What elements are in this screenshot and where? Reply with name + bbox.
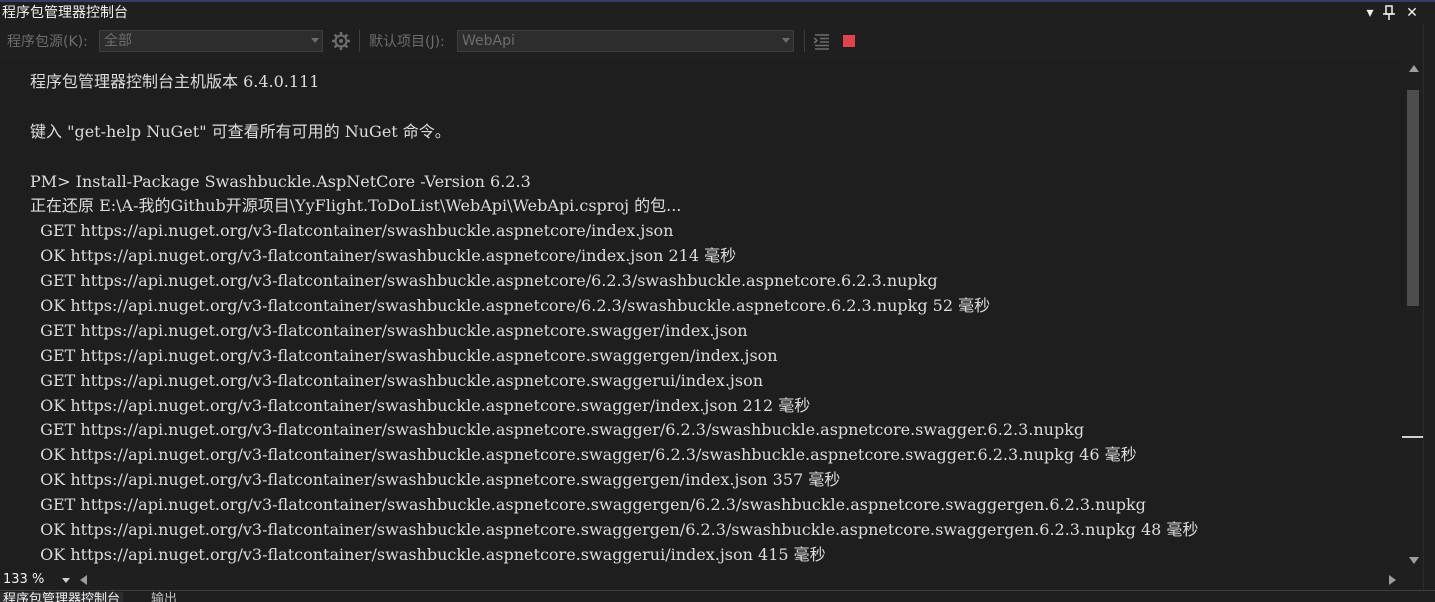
console-line: GET https://api.nuget.org/v3-flatcontain…	[30, 320, 748, 340]
package-source-dropdown[interactable]: 全部	[99, 30, 323, 52]
package-source-label: 程序包源(K):	[7, 34, 88, 50]
console-line: 键入 "get-help NuGet" 可查看所有可用的 NuGet 命令。	[30, 121, 451, 141]
console-toolbar: 程序包源(K): 全部 默认项目(J): WebApi	[0, 24, 1435, 60]
console-lines: 程序包管理器控制台主机版本 6.4.0.111 键入 "get-help NuGe…	[30, 70, 1198, 568]
scroll-right-arrow-icon[interactable]	[1389, 575, 1396, 585]
console-line: OK https://api.nuget.org/v3-flatcontaine…	[30, 544, 826, 564]
console-line: GET https://api.nuget.org/v3-flatcontain…	[30, 495, 1146, 515]
scroll-down-arrow-icon[interactable]	[1409, 557, 1419, 564]
scroll-up-arrow-icon[interactable]	[1409, 65, 1419, 72]
pin-icon[interactable]	[1379, 3, 1399, 23]
console-line: GET https://api.nuget.org/v3-flatcontain…	[30, 420, 1085, 440]
package-source-value: 全部	[104, 33, 132, 49]
vertical-scroll-thumb[interactable]	[1407, 90, 1419, 306]
console-line: OK https://api.nuget.org/v3-flatcontaine…	[30, 395, 811, 415]
console-line: OK https://api.nuget.org/v3-flatcontaine…	[30, 296, 991, 316]
gear-icon[interactable]	[331, 31, 351, 51]
chevron-down-icon	[782, 38, 790, 43]
horizontal-scrollbar[interactable]	[76, 570, 1402, 590]
chevron-down-icon	[62, 578, 70, 583]
package-manager-console-window: 程序包管理器控制台 ▾ ✕ 程序包源(K): 全部 默认项目(J): WebAp…	[0, 0, 1435, 602]
pin-glyph	[1383, 5, 1395, 20]
console-output[interactable]: 程序包管理器控制台主机版本 6.4.0.111 键入 "get-help NuGe…	[0, 60, 1405, 570]
window-menu-dropdown-icon[interactable]: ▾	[1360, 3, 1380, 23]
console-line: PM> Install-Package Swashbuckle.AspNetCo…	[30, 171, 531, 191]
console-line: GET https://api.nuget.org/v3-flatcontain…	[30, 370, 764, 390]
title-bar: 程序包管理器控制台 ▾ ✕	[0, 0, 1435, 24]
clear-console-icon[interactable]	[812, 31, 832, 51]
console-line: 程序包管理器控制台主机版本 6.4.0.111	[30, 72, 320, 91]
console-line: GET https://api.nuget.org/v3-flatcontain…	[30, 221, 674, 241]
console-line: OK https://api.nuget.org/v3-flatcontaine…	[30, 445, 1137, 465]
zoom-dropdown[interactable]: 133 %	[0, 571, 72, 589]
vertical-scrollbar[interactable]	[1402, 60, 1426, 570]
window-title: 程序包管理器控制台	[2, 5, 128, 21]
tool-window-tabs: 程序包管理器控制台 输出	[0, 590, 1435, 602]
default-project-label: 默认项目(J):	[369, 34, 445, 50]
toolbar-separator	[359, 30, 360, 52]
tab-package-manager-console[interactable]: 程序包管理器控制台	[0, 592, 124, 602]
stop-icon[interactable]	[843, 35, 855, 47]
tab-output[interactable]: 输出	[148, 592, 180, 602]
chevron-down-icon	[311, 38, 319, 43]
default-project-dropdown[interactable]: WebApi	[457, 30, 794, 52]
scroll-left-arrow-icon[interactable]	[80, 575, 87, 585]
console-line: GET https://api.nuget.org/v3-flatcontain…	[30, 271, 938, 291]
console-line: GET https://api.nuget.org/v3-flatcontain…	[30, 345, 778, 365]
console-status-bar: 133 %	[0, 570, 1405, 590]
console-line: OK https://api.nuget.org/v3-flatcontaine…	[30, 470, 841, 490]
console-line: OK https://api.nuget.org/v3-flatcontaine…	[30, 520, 1199, 540]
console-line: 正在还原 E:\A-我的Github开源项目\YyFlight.ToDoList…	[30, 196, 682, 216]
console-line: OK https://api.nuget.org/v3-flatcontaine…	[30, 246, 737, 266]
default-project-value: WebApi	[462, 33, 515, 49]
toolbar-separator	[804, 30, 805, 52]
close-icon[interactable]: ✕	[1402, 3, 1422, 23]
window-right-edge	[1423, 24, 1435, 600]
zoom-level: 133 %	[3, 572, 45, 587]
